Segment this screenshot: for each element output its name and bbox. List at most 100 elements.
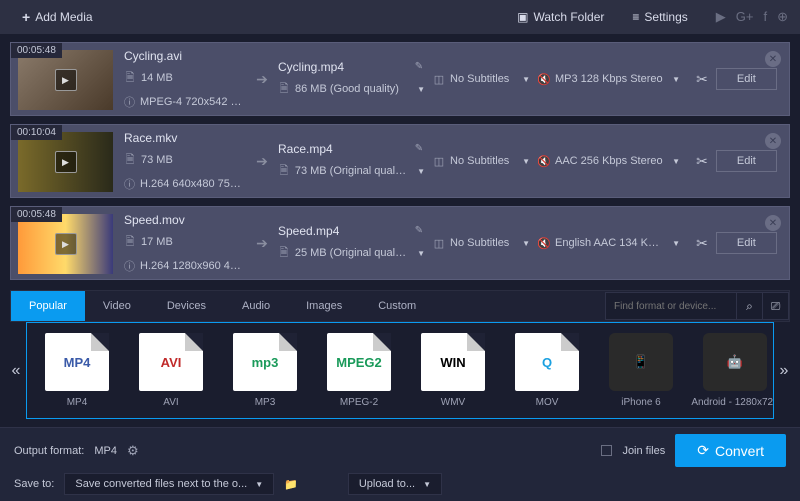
subtitle-icon: ◫ <box>433 155 445 168</box>
facebook-icon[interactable]: f <box>763 9 767 25</box>
output-size: 86 MB (Good quality) <box>295 83 399 95</box>
chevron-down-icon: ▼ <box>518 75 530 84</box>
file-icon: 🗎 <box>124 69 136 88</box>
preset-icon: 🤖 <box>703 333 767 391</box>
rename-icon[interactable]: ✎ <box>413 143 425 154</box>
preset-item[interactable]: WIN WMV <box>411 333 495 408</box>
tab-audio[interactable]: Audio <box>224 291 288 321</box>
subtitles-select[interactable]: ◫No Subtitles▼ <box>433 237 530 250</box>
upload-to-select[interactable]: Upload to... ▼ <box>348 473 442 495</box>
preset-icon: MP4 <box>45 333 109 391</box>
plus-icon: + <box>22 9 30 25</box>
chevron-down-icon: ▼ <box>423 480 431 489</box>
preset-item[interactable]: MP4 MP4 <box>35 333 119 408</box>
join-files-checkbox[interactable] <box>601 445 612 456</box>
duration-badge: 00:05:48 <box>11 207 62 222</box>
preset-item[interactable]: 📱 iPhone 6 <box>599 333 683 408</box>
settings-label: Settings <box>644 10 687 24</box>
duration-badge: 00:10:04 <box>11 125 62 140</box>
preset-item[interactable]: Q MOV <box>505 333 589 408</box>
source-size: 17 MB <box>141 236 173 248</box>
settings-button[interactable]: ≡ Settings <box>622 5 697 29</box>
remove-file-icon[interactable]: ✕ <box>765 51 781 67</box>
output-quality-select[interactable]: 🗎86 MB (Good quality)▼ <box>278 80 425 99</box>
bottom-bar: Output format: MP4 ⚙ Join files ⟳ Conver… <box>0 427 800 501</box>
convert-button[interactable]: ⟳ Convert <box>675 434 786 467</box>
tab-devices[interactable]: Devices <box>149 291 224 321</box>
youtube-icon[interactable]: ▶ <box>716 9 726 25</box>
file-row[interactable]: 00:05:48 ▶ Speed.mov 🗎17 MB ⓘH.264 1280x… <box>10 206 790 280</box>
audio-select[interactable]: 🔇English AAC 134 Kbp...▼ <box>538 237 680 250</box>
play-icon[interactable]: ▶ <box>55 233 77 255</box>
preset-item[interactable]: MPEG2 MPEG-2 <box>317 333 401 408</box>
search-input[interactable] <box>606 295 736 318</box>
tab-custom[interactable]: Custom <box>360 291 434 321</box>
preset-label: MP3 <box>255 397 276 408</box>
browse-folder-icon[interactable]: 📁 <box>284 478 298 491</box>
upload-to-value: Upload to... <box>359 478 415 490</box>
preset-item[interactable]: 🤖 Android - 1280x720 <box>693 333 774 408</box>
add-media-button[interactable]: + Add Media <box>12 4 103 30</box>
format-settings-icon[interactable]: ⚙ <box>127 443 139 459</box>
output-format-value: MP4 <box>94 445 117 457</box>
web-icon[interactable]: ⊕ <box>777 9 788 25</box>
output-filename: Race.mp4 <box>278 142 333 156</box>
arrow-right-icon: ➔ <box>256 71 268 88</box>
tab-images[interactable]: Images <box>288 291 360 321</box>
info-icon: ⓘ <box>124 94 135 110</box>
detect-device-icon[interactable]: ⎚ <box>762 293 788 319</box>
next-presets-button[interactable]: » <box>774 362 794 380</box>
preset-tabs: Popular Video Devices Audio Images Custo… <box>10 290 790 322</box>
file-icon: 🗎 <box>278 244 290 263</box>
output-quality-select[interactable]: 🗎73 MB (Original quality)▼ <box>278 162 425 181</box>
preset-label: MP4 <box>67 397 88 408</box>
scissors-icon[interactable]: ✂ <box>696 71 708 88</box>
preset-label: MOV <box>536 397 559 408</box>
audio-select[interactable]: 🔇AAC 256 Kbps Stereo▼ <box>538 155 680 168</box>
remove-file-icon[interactable]: ✕ <box>765 215 781 231</box>
rename-icon[interactable]: ✎ <box>413 225 425 236</box>
save-to-select[interactable]: Save converted files next to the o... ▼ <box>64 473 274 495</box>
join-files-label: Join files <box>622 445 665 457</box>
preset-item[interactable]: mp3 MP3 <box>223 333 307 408</box>
subtitles-value: No Subtitles <box>450 237 509 249</box>
audio-icon: 🔇 <box>538 73 550 86</box>
save-to-value: Save converted files next to the o... <box>75 478 247 490</box>
subtitles-select[interactable]: ◫No Subtitles▼ <box>433 73 530 86</box>
video-thumbnail[interactable]: 00:10:04 ▶ <box>18 132 113 192</box>
preset-icon: 📱 <box>609 333 673 391</box>
tab-popular[interactable]: Popular <box>11 291 85 321</box>
play-icon[interactable]: ▶ <box>55 151 77 173</box>
subtitles-select[interactable]: ◫No Subtitles▼ <box>433 155 530 168</box>
output-quality-select[interactable]: 🗎25 MB (Original quality)▼ <box>278 244 425 263</box>
file-row[interactable]: 00:05:48 ▶ Cycling.avi 🗎14 MB ⓘMPEG-4 72… <box>10 42 790 116</box>
video-thumbnail[interactable]: 00:05:48 ▶ <box>18 50 113 110</box>
audio-select[interactable]: 🔇MP3 128 Kbps Stereo▼ <box>538 73 680 86</box>
chevron-down-icon: ▼ <box>668 157 680 166</box>
google-plus-icon[interactable]: G+ <box>736 9 754 25</box>
video-thumbnail[interactable]: 00:05:48 ▶ <box>18 214 113 274</box>
file-row[interactable]: 00:10:04 ▶ Race.mkv 🗎73 MB ⓘH.264 640x48… <box>10 124 790 198</box>
chevron-down-icon: ▼ <box>413 85 425 94</box>
watch-folder-button[interactable]: ▣ Watch Folder <box>507 5 614 29</box>
edit-button[interactable]: Edit <box>716 232 777 254</box>
tab-video[interactable]: Video <box>85 291 149 321</box>
prev-presets-button[interactable]: « <box>6 362 26 380</box>
chevron-down-icon: ▼ <box>518 239 530 248</box>
play-icon[interactable]: ▶ <box>55 69 77 91</box>
search-icon[interactable]: ⌕ <box>736 293 762 319</box>
scissors-icon[interactable]: ✂ <box>696 235 708 252</box>
preset-label: WMV <box>441 397 465 408</box>
audio-value: AAC 256 Kbps Stereo <box>555 155 663 167</box>
preset-label: Android - 1280x720 <box>691 397 774 408</box>
scissors-icon[interactable]: ✂ <box>696 153 708 170</box>
preset-icon: AVI <box>139 333 203 391</box>
edit-button[interactable]: Edit <box>716 68 777 90</box>
convert-label: Convert <box>715 443 764 459</box>
preset-item[interactable]: AVI AVI <box>129 333 213 408</box>
edit-button[interactable]: Edit <box>716 150 777 172</box>
rename-icon[interactable]: ✎ <box>413 61 425 72</box>
camera-icon: ▣ <box>517 10 528 24</box>
remove-file-icon[interactable]: ✕ <box>765 133 781 149</box>
preset-label: AVI <box>163 397 178 408</box>
